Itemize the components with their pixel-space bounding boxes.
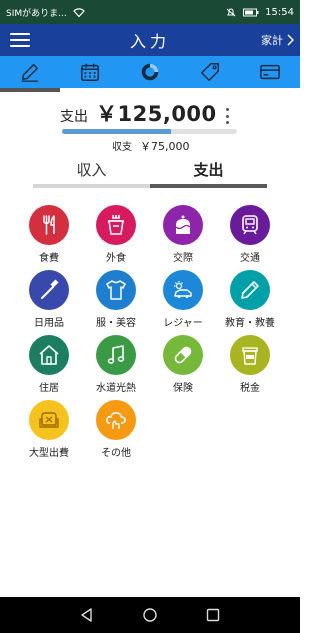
tab-expense[interactable]: 支出 (150, 157, 267, 187)
category-label: 食費 (39, 253, 59, 264)
calendar-icon (81, 63, 99, 81)
active-tab-indicator (0, 88, 60, 92)
category-label: 日用品 (34, 318, 64, 329)
category-transport[interactable]: 交通 (210, 205, 290, 267)
tag-icon (201, 63, 219, 81)
category-icon-bg (96, 205, 136, 245)
category-label: 住居 (39, 383, 59, 394)
category-label: 水道光熱 (96, 383, 136, 394)
category-icon-bg (29, 335, 69, 375)
category-label: レジャー (163, 318, 203, 329)
category-icon-bg (96, 270, 136, 310)
expense-tab-underline (150, 184, 267, 188)
clock-text: 15:54 (265, 6, 294, 18)
notifications-off-icon (226, 8, 236, 16)
donut-chart-icon (141, 63, 159, 81)
tab-calendar[interactable] (60, 56, 120, 88)
category-label: 服・美容 (96, 318, 136, 329)
screen: SIMがありま... 15:54 入力 家計 支出 ￥125,000 収支 ￥7… (0, 0, 300, 633)
budget-progress-bar (62, 129, 237, 134)
takeout-icon (108, 215, 124, 235)
category-icon-bg (230, 270, 270, 310)
battery-icon (243, 8, 259, 16)
carrier-text: SIMがありま... (6, 8, 67, 19)
category-icon-bg (29, 400, 69, 440)
music-note-icon (107, 345, 125, 364)
shirt-icon (106, 280, 126, 300)
category-label: 保険 (173, 383, 193, 394)
category-label: 交際 (173, 253, 193, 264)
icon-tab-bar (0, 56, 300, 88)
pencil-icon (241, 281, 259, 299)
sofa-icon (39, 412, 59, 428)
category-label: 大型出費 (29, 448, 69, 459)
system-nav-bar (0, 597, 300, 633)
tab-account[interactable] (240, 56, 300, 88)
pencil-icon (21, 63, 39, 82)
pill-icon (174, 346, 192, 364)
balance-summary: 収支 ￥75,000 (112, 138, 190, 154)
amount-summary: 支出 ￥125,000 (60, 98, 245, 128)
tab-income[interactable]: 収入 (33, 157, 150, 187)
cloud-hand-icon (106, 412, 126, 429)
train-icon (242, 215, 258, 235)
card-icon (260, 64, 280, 80)
category-tax[interactable]: 税金 (210, 335, 290, 397)
tab-report[interactable] (120, 56, 180, 88)
page-title: 入力 (129, 32, 170, 51)
category-icon-bg (230, 205, 270, 245)
cake-icon (175, 215, 191, 234)
category-other[interactable]: その他 (76, 400, 156, 462)
chevron-right-icon (287, 34, 294, 46)
coffee-cup-icon (242, 347, 258, 365)
amount-value: ￥125,000 (96, 102, 217, 126)
book-label: 家計 (261, 34, 283, 47)
category-grid: 食費 外食 交際 交通 日用品 服・美容 レジャー 教育・教養 住居 水道光熱 … (0, 0, 300, 633)
toothbrush-icon (41, 279, 59, 299)
amount-label: 支出 (60, 109, 88, 125)
fork-knife-icon (43, 215, 55, 235)
category-icon-bg (96, 400, 136, 440)
status-bar: SIMがありま... 15:54 (0, 0, 300, 24)
category-label: その他 (101, 448, 131, 459)
category-label: 教育・教養 (225, 318, 275, 329)
category-icon-bg (29, 270, 69, 310)
type-tabs: 収入 支出 (33, 157, 267, 187)
tab-category[interactable] (180, 56, 240, 88)
budget-progress-fill (62, 129, 171, 134)
wifi-icon (72, 7, 85, 17)
category-icon-bg (96, 335, 136, 375)
app-bar: 入力 家計 (0, 24, 300, 56)
back-icon[interactable] (79, 607, 95, 623)
category-label: 外食 (106, 253, 126, 264)
book-selector[interactable]: 家計 (261, 32, 300, 48)
balance-value: ￥75,000 (140, 140, 190, 153)
category-icon-bg (163, 205, 203, 245)
category-icon-bg (163, 335, 203, 375)
house-icon (39, 345, 59, 365)
income-tab-underline (33, 184, 150, 188)
category-label: 交通 (240, 253, 260, 264)
category-icon-bg (230, 335, 270, 375)
category-icon-bg (163, 270, 203, 310)
category-label: 税金 (240, 383, 260, 394)
category-icon-bg (29, 205, 69, 245)
tab-input[interactable] (0, 56, 60, 88)
more-options-icon[interactable] (226, 108, 230, 124)
hamburger-icon[interactable] (0, 24, 40, 56)
category-education[interactable]: 教育・教養 (210, 270, 290, 332)
recents-icon[interactable] (205, 607, 221, 623)
balance-label: 収支 (112, 142, 132, 153)
car-sun-icon (174, 281, 192, 298)
home-icon[interactable] (142, 607, 158, 623)
